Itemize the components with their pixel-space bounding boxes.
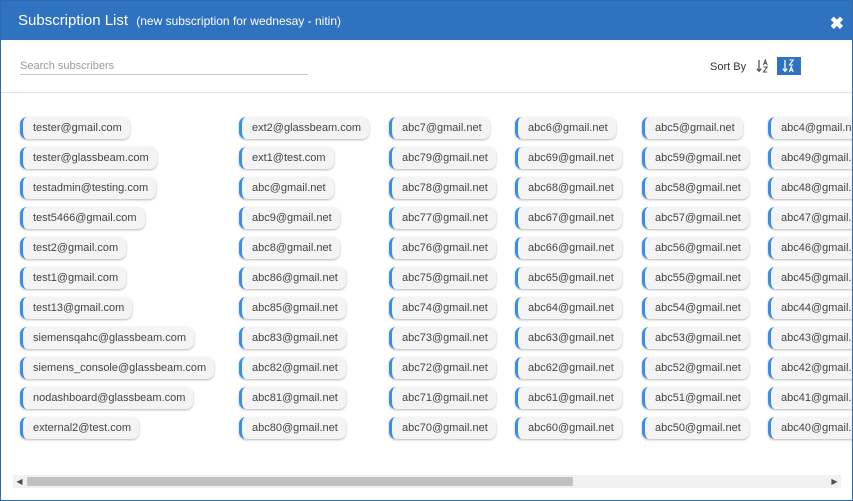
subscriber-chip[interactable]: abc71@gmail.net — [389, 387, 496, 409]
subscriber-chip[interactable]: test2@gmail.com — [20, 237, 127, 259]
subscriber-chip[interactable]: abc58@gmail.net — [642, 177, 749, 199]
subscriber-chip[interactable]: test5466@gmail.com — [20, 207, 145, 229]
subscriber-chip[interactable]: external2@test.com — [20, 417, 139, 439]
subscriber-chip[interactable]: abc76@gmail.net — [389, 237, 496, 259]
subscriber-chip[interactable]: abc45@gmail.net — [768, 267, 852, 289]
subscriber-chip[interactable]: abc64@gmail.net — [515, 297, 622, 319]
subscriber-chip[interactable]: abc60@gmail.net — [515, 417, 622, 439]
subscriber-chip[interactable]: abc83@gmail.net — [239, 327, 346, 349]
scroll-left-icon[interactable]: ◀ — [13, 475, 26, 488]
subscriber-chip[interactable]: abc47@gmail.net — [768, 207, 852, 229]
subscriber-chip[interactable]: abc41@gmail.net — [768, 387, 852, 409]
subscriber-chip[interactable]: abc54@gmail.net — [642, 297, 749, 319]
subscriber-chip[interactable]: abc6@gmail.net — [515, 117, 616, 139]
sort-alpha-desc-icon — [782, 59, 795, 73]
subscription-list-modal: Subscription List (new subscription for … — [0, 0, 853, 501]
subscriber-chip[interactable]: abc50@gmail.net — [642, 417, 749, 439]
subscriber-chip[interactable]: abc69@gmail.net — [515, 147, 622, 169]
subscriber-chip[interactable]: tester@gmail.com — [20, 117, 130, 139]
search-input[interactable] — [20, 58, 308, 75]
subscriber-chip[interactable]: abc43@gmail.net — [768, 327, 852, 349]
subscriber-chip[interactable]: abc4@gmail.net — [768, 117, 852, 139]
close-icon[interactable]: ✖ — [830, 15, 844, 32]
subscriber-chip[interactable]: abc72@gmail.net — [389, 357, 496, 379]
subscriber-chip[interactable]: testadmin@testing.com — [20, 177, 157, 199]
subscriber-chip[interactable]: test1@gmail.com — [20, 267, 127, 289]
subscriber-chip[interactable]: abc53@gmail.net — [642, 327, 749, 349]
modal-title-text: Subscription List — [18, 12, 129, 29]
subscriber-chip[interactable]: siemens_console@glassbeam.com — [20, 357, 215, 379]
subscriber-chip[interactable]: abc5@gmail.net — [642, 117, 743, 139]
subscriber-chip[interactable]: abc9@gmail.net — [239, 207, 340, 229]
subscriber-chip[interactable]: abc62@gmail.net — [515, 357, 622, 379]
subscriber-chip[interactable]: nodashboard@glassbeam.com — [20, 387, 194, 409]
subscriber-chip[interactable]: abc79@gmail.net — [389, 147, 496, 169]
subscriber-chip[interactable]: abc56@gmail.net — [642, 237, 749, 259]
sort-alpha-asc-icon — [756, 59, 769, 73]
subscriber-chip[interactable]: ext2@glassbeam.com — [239, 117, 369, 139]
subscriber-chip[interactable]: abc63@gmail.net — [515, 327, 622, 349]
subscriber-chip[interactable]: abc78@gmail.net — [389, 177, 496, 199]
sort-by-label: Sort By — [710, 61, 747, 73]
subscriber-chip[interactable]: abc70@gmail.net — [389, 417, 496, 439]
subscriber-chip[interactable]: abc55@gmail.net — [642, 267, 749, 289]
scrollbar-thumb[interactable] — [27, 477, 573, 486]
subscriber-chip[interactable]: abc80@gmail.net — [239, 417, 346, 439]
subscriber-chip[interactable]: ext1@test.com — [239, 147, 334, 169]
subscriber-chip[interactable]: abc8@gmail.net — [239, 237, 340, 259]
subscriber-chip[interactable]: abc51@gmail.net — [642, 387, 749, 409]
subscriber-chip[interactable]: abc66@gmail.net — [515, 237, 622, 259]
subscriber-chip[interactable]: abc42@gmail.net — [768, 357, 852, 379]
subscriber-chip[interactable]: abc7@gmail.net — [389, 117, 490, 139]
subscriber-chip[interactable]: abc49@gmail.net — [768, 147, 852, 169]
subscriber-chip[interactable]: abc57@gmail.net — [642, 207, 749, 229]
subscriber-chip[interactable]: abc61@gmail.net — [515, 387, 622, 409]
subscriber-chip[interactable]: abc75@gmail.net — [389, 267, 496, 289]
subscriber-grid: tester@gmail.com tester@glassbeam.com te… — [1, 93, 852, 471]
subscriber-chip[interactable]: abc68@gmail.net — [515, 177, 622, 199]
subscriber-chip[interactable]: abc52@gmail.net — [642, 357, 749, 379]
modal-subtitle: (new subscription for wednesay - nitin) — [136, 14, 341, 28]
subscriber-chip[interactable]: abc48@gmail.net — [768, 177, 852, 199]
scroll-right-icon[interactable]: ▶ — [828, 475, 841, 488]
subscriber-chip[interactable]: abc40@gmail.net — [768, 417, 852, 439]
horizontal-scrollbar[interactable]: ◀ ▶ — [13, 475, 841, 488]
subscriber-chip[interactable]: abc73@gmail.net — [389, 327, 496, 349]
subscriber-chip[interactable]: abc67@gmail.net — [515, 207, 622, 229]
subscriber-chip[interactable]: abc74@gmail.net — [389, 297, 496, 319]
subscriber-chip[interactable]: abc81@gmail.net — [239, 387, 346, 409]
subscriber-chip[interactable]: test13@gmail.com — [20, 297, 133, 319]
subscriber-chip[interactable]: abc59@gmail.net — [642, 147, 749, 169]
sort-ascending-button[interactable] — [751, 57, 775, 75]
subscriber-chip[interactable]: tester@glassbeam.com — [20, 147, 157, 169]
subscriber-chip[interactable]: abc77@gmail.net — [389, 207, 496, 229]
subscriber-chip[interactable]: siemensqahc@glassbeam.com — [20, 327, 195, 349]
subscriber-chip[interactable]: abc85@gmail.net — [239, 297, 346, 319]
subscriber-chip[interactable]: abc82@gmail.net — [239, 357, 346, 379]
subscriber-chip[interactable]: abc65@gmail.net — [515, 267, 622, 289]
modal-header: Subscription List (new subscription for … — [1, 1, 852, 40]
modal-title: Subscription List (new subscription for … — [18, 12, 341, 29]
sort-descending-button[interactable] — [777, 57, 801, 75]
subscriber-chip[interactable]: abc46@gmail.net — [768, 237, 852, 259]
toolbar: Sort By — [1, 40, 852, 93]
subscriber-chip[interactable]: abc86@gmail.net — [239, 267, 346, 289]
subscriber-chip[interactable]: abc44@gmail.net — [768, 297, 852, 319]
subscriber-chip[interactable]: abc@gmail.net — [239, 177, 334, 199]
